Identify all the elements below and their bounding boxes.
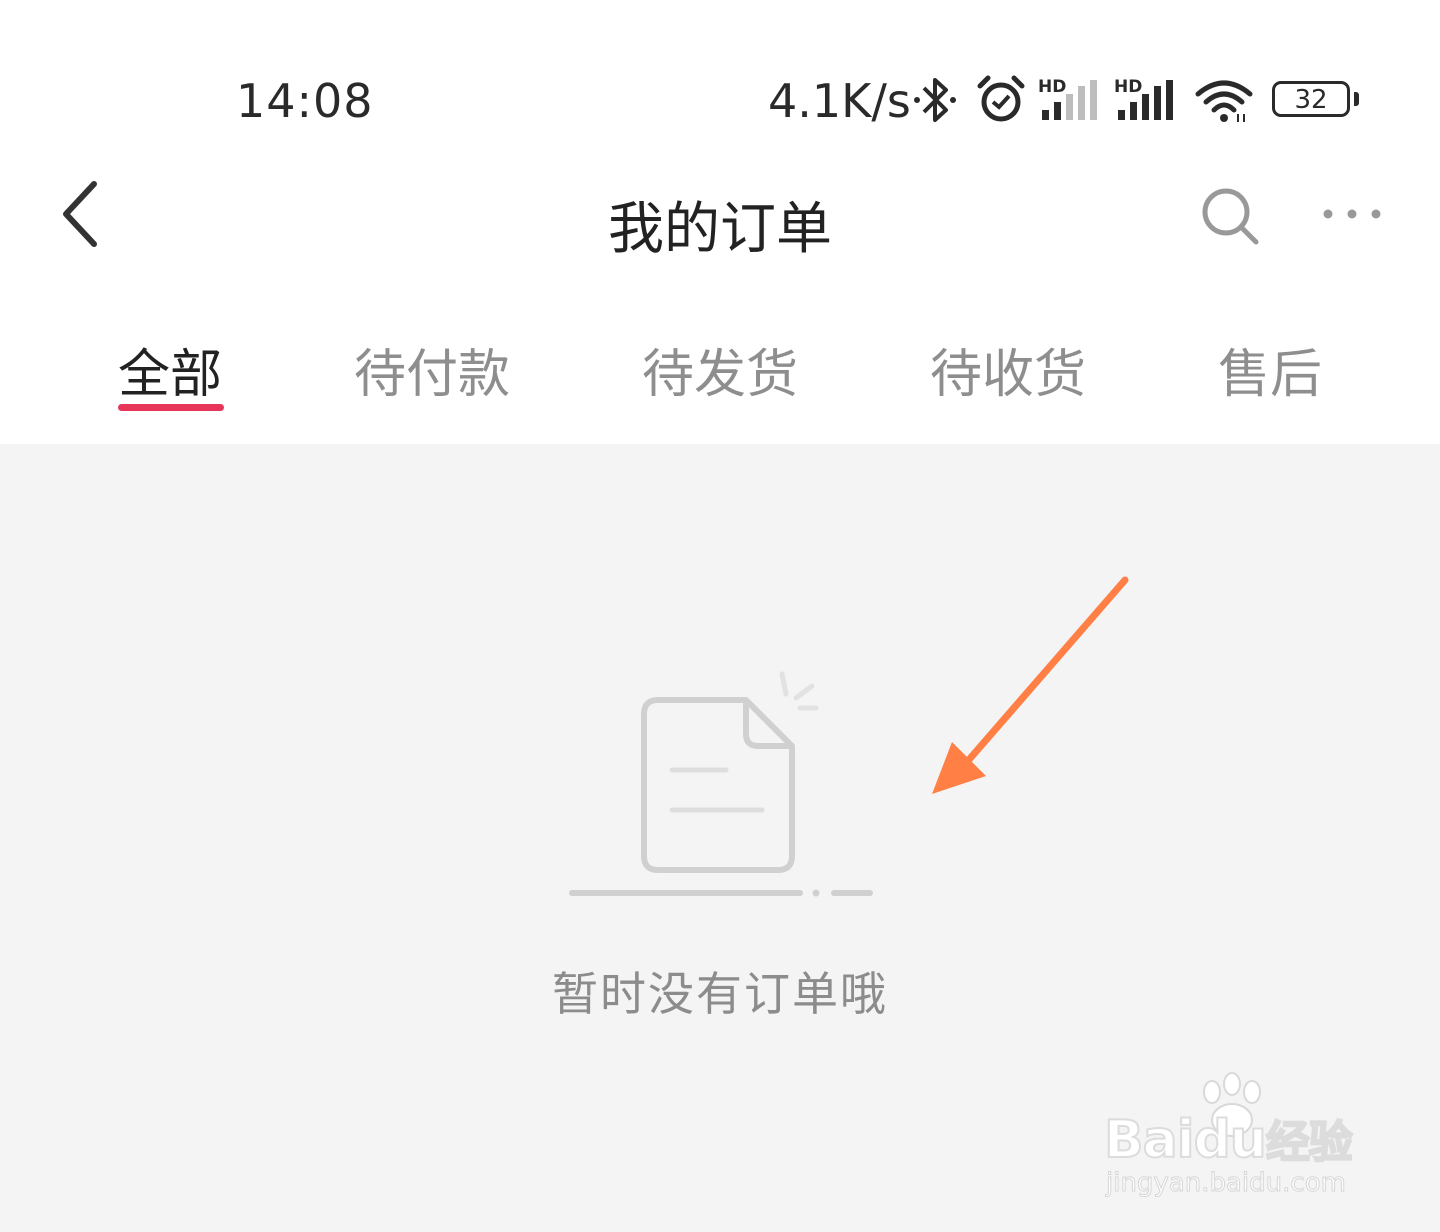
alarm-icon	[977, 75, 1025, 122]
status-bar: 14:08 4.1K/s HD HD 32	[0, 0, 1440, 150]
bluetooth-icon	[914, 78, 956, 122]
order-tabs: 全部 待付款 待发货 待收货 售后	[0, 320, 1440, 430]
watermark-brand: Baidu经验	[1103, 1106, 1354, 1171]
tab-after-sales[interactable]: 售后	[1218, 332, 1322, 407]
back-chevron-icon[interactable]	[56, 178, 106, 250]
status-time: 14:08	[236, 74, 374, 128]
more-icon[interactable]	[1320, 200, 1384, 228]
empty-message: 暂时没有订单哦	[552, 967, 888, 1021]
watermark-brand-cn: 经验	[1265, 1116, 1354, 1169]
tab-pending-payment[interactable]: 待付款	[354, 332, 510, 407]
empty-document-icon	[569, 671, 873, 897]
battery-nub	[1354, 92, 1359, 106]
active-tab-indicator	[118, 404, 224, 411]
tab-all[interactable]: 全部	[118, 332, 222, 407]
watermark-url: jingyan.baidu.com	[1106, 1168, 1347, 1199]
battery-level: 32	[1294, 85, 1328, 115]
wifi-icon	[1195, 80, 1253, 122]
page-title: 我的订单	[608, 197, 832, 262]
network-speed: 4.1K/s	[768, 74, 911, 128]
arrow-icon	[932, 576, 1129, 794]
tab-pending-shipment[interactable]: 待发货	[642, 332, 798, 407]
hd-signal-icon: HD	[1038, 77, 1097, 120]
search-icon[interactable]	[1198, 184, 1262, 248]
watermark-brand-du: du	[1193, 1109, 1268, 1171]
hd-signal-icon: HD	[1114, 77, 1173, 120]
watermark-brand-bai: Bai	[1103, 1109, 1196, 1171]
svg-text:HD: HD	[1038, 77, 1066, 97]
tab-pending-receipt[interactable]: 待收货	[930, 332, 1086, 407]
baidu-jingyan-watermark: Baidu经验 jingyan.baidu.com	[1100, 1072, 1400, 1232]
svg-text:HD: HD	[1114, 77, 1142, 97]
